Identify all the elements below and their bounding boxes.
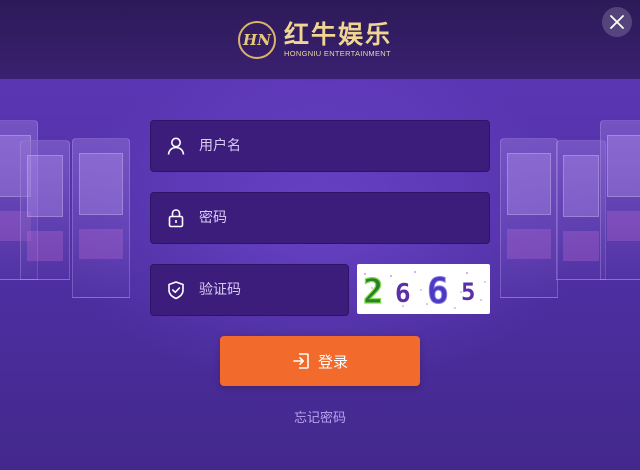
close-icon: [610, 15, 624, 29]
logo-subtitle: HONGNIU ENTERTAINMENT: [284, 49, 391, 58]
captcha-char-4: 5: [461, 278, 475, 306]
captcha-graphic: 2 6 6 5: [362, 271, 486, 313]
logo-title: 红牛娱乐: [284, 20, 393, 49]
close-button[interactable]: [602, 7, 632, 37]
captcha-char-1: 2: [363, 272, 383, 312]
captcha-image[interactable]: 2 6 6 5: [357, 264, 490, 314]
captcha-char-3: 6: [427, 271, 449, 312]
username-input[interactable]: [199, 138, 449, 154]
user-icon: [165, 135, 187, 157]
forgot-password-link[interactable]: 忘记密码: [0, 407, 640, 426]
login-panel: 2 6 6 5 登录 忘记密码: [0, 80, 640, 470]
username-field[interactable]: [150, 120, 490, 172]
shield-check-icon: [165, 279, 187, 301]
lock-icon: [165, 207, 187, 229]
logo-text: 红牛娱乐 HONGNIU ENTERTAINMENT: [284, 21, 392, 59]
captcha-field[interactable]: [150, 264, 349, 316]
password-field[interactable]: [150, 192, 490, 244]
login-button-label: 登录: [317, 353, 348, 371]
captcha-input[interactable]: [199, 282, 319, 298]
brand-logo: HN 红牛娱乐 HONGNIU ENTERTAINMENT: [238, 18, 392, 62]
logo-badge-icon: HN: [238, 21, 276, 59]
login-button[interactable]: 登录: [220, 336, 420, 386]
password-input[interactable]: [199, 210, 449, 226]
login-icon: [293, 353, 309, 369]
captcha-char-2: 6: [395, 279, 411, 309]
header-bar: HN 红牛娱乐 HONGNIU ENTERTAINMENT: [0, 0, 640, 80]
